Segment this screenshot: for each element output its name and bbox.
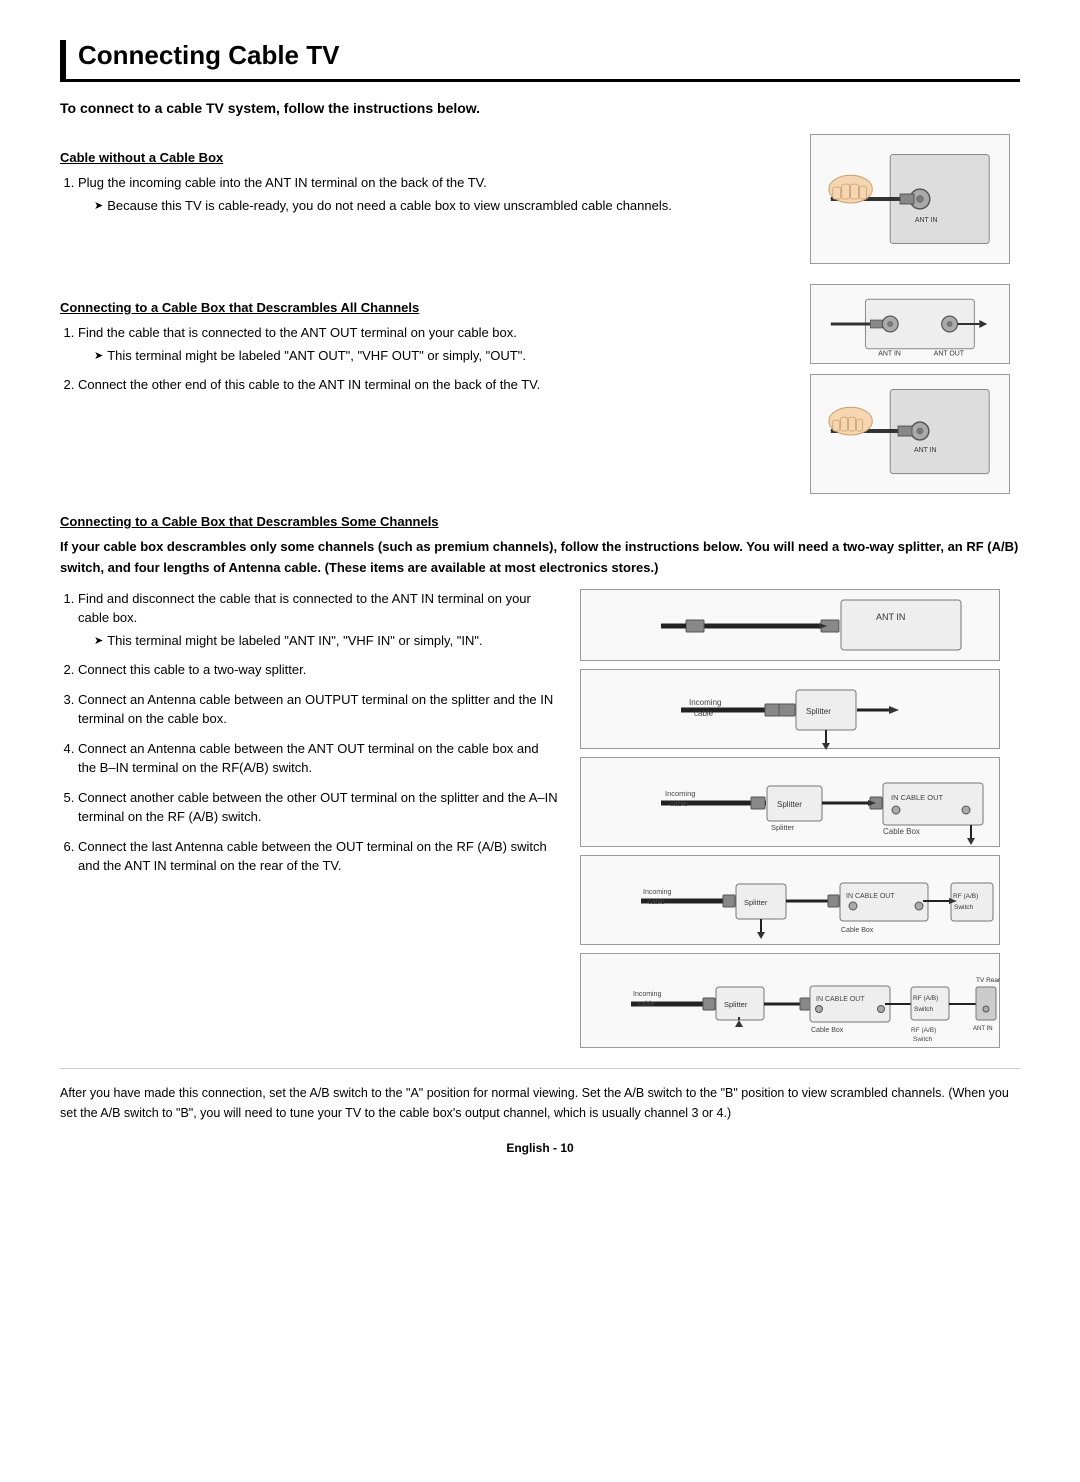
list-item: Plug the incoming cable into the ANT IN … <box>78 173 780 215</box>
svg-text:Splitter: Splitter <box>771 823 795 832</box>
svg-text:ANT IN: ANT IN <box>914 447 937 454</box>
svg-text:Incoming: Incoming <box>633 991 662 998</box>
diagram-step1: ANT IN <box>580 589 1000 661</box>
page-title: Connecting Cable TV <box>60 40 1020 82</box>
diagram-step2: Splitter Incoming cable <box>580 669 1000 749</box>
svg-text:Incoming: Incoming <box>643 889 672 896</box>
svg-text:IN CABLE OUT: IN CABLE OUT <box>846 893 895 900</box>
footer-text: After you have made this connection, set… <box>60 1068 1020 1123</box>
diagram-step5: Splitter IN CABLE OUT RF (A/B) Switch <box>580 953 1000 1048</box>
svg-text:Incoming: Incoming <box>665 789 695 798</box>
svg-text:cable: cable <box>694 709 714 718</box>
svg-text:RF (A/B): RF (A/B) <box>911 1027 936 1034</box>
section1-title: Cable without a Cable Box <box>60 150 780 165</box>
list-item: Connect the other end of this cable to t… <box>78 375 780 395</box>
svg-text:IN CABLE OUT: IN CABLE OUT <box>816 996 865 1003</box>
svg-text:TV Rear: TV Rear <box>976 977 1001 984</box>
svg-text:Switch: Switch <box>914 1006 934 1013</box>
section3-warning: If your cable box descrambles only some … <box>60 537 1020 579</box>
diagram-ant-out: ANT IN ANT OUT <box>810 284 1010 364</box>
svg-text:Splitter: Splitter <box>777 800 802 809</box>
diagram-step3: Splitter IN CABLE OUT Cable Box <box>580 757 1000 847</box>
step-note: This terminal might be labeled "ANT OUT"… <box>78 346 780 366</box>
svg-text:Switch: Switch <box>913 1036 933 1043</box>
svg-text:IN CABLE OUT: IN CABLE OUT <box>891 793 944 802</box>
diagram-ant-in: ANT IN <box>810 134 1010 264</box>
list-item: Connect this cable to a two-way splitter… <box>78 660 560 680</box>
diagram-step4: Splitter IN CABLE OUT RF (A/B) Switch <box>580 855 1000 945</box>
intro-text: To connect to a cable TV system, follow … <box>60 100 1020 116</box>
svg-text:Incoming: Incoming <box>689 698 721 707</box>
list-item: Find and disconnect the cable that is co… <box>78 589 560 651</box>
svg-text:ANT IN: ANT IN <box>915 217 938 224</box>
list-item: Find the cable that is connected to the … <box>78 323 780 365</box>
svg-text:ANT IN: ANT IN <box>878 351 901 358</box>
section2-title: Connecting to a Cable Box that Descrambl… <box>60 300 780 315</box>
list-item: Connect an Antenna cable between an OUTP… <box>78 690 560 729</box>
svg-text:Splitter: Splitter <box>724 1000 748 1009</box>
svg-text:cable: cable <box>670 799 688 808</box>
svg-text:Cable Box: Cable Box <box>883 827 920 836</box>
list-item: Connect another cable between the other … <box>78 788 560 827</box>
svg-text:Cable Box: Cable Box <box>841 927 874 934</box>
svg-text:cable: cable <box>638 1001 655 1008</box>
svg-text:cable: cable <box>648 899 665 906</box>
svg-text:ANT IN: ANT IN <box>876 612 905 622</box>
svg-text:RF (A/B): RF (A/B) <box>913 995 938 1002</box>
svg-text:Splitter: Splitter <box>744 898 768 907</box>
step-note: Because this TV is cable-ready, you do n… <box>78 196 780 216</box>
page-number: English - 10 <box>60 1141 1020 1155</box>
list-item: Connect the last Antenna cable between t… <box>78 837 560 876</box>
section3-title: Connecting to a Cable Box that Descrambl… <box>60 514 1020 529</box>
svg-text:RF (A/B): RF (A/B) <box>953 893 978 900</box>
svg-text:Splitter: Splitter <box>806 707 831 716</box>
step-note: This terminal might be labeled "ANT IN",… <box>78 631 560 651</box>
diagram-column: ANT IN <box>580 589 1020 1048</box>
diagram-cable-tv-connect: ANT IN <box>810 374 1010 494</box>
svg-text:Switch: Switch <box>954 904 974 911</box>
svg-text:ANT OUT: ANT OUT <box>934 351 965 358</box>
svg-text:ANT IN: ANT IN <box>973 1026 993 1032</box>
list-item: Connect an Antenna cable between the ANT… <box>78 739 560 778</box>
svg-text:Cable Box: Cable Box <box>811 1027 844 1034</box>
